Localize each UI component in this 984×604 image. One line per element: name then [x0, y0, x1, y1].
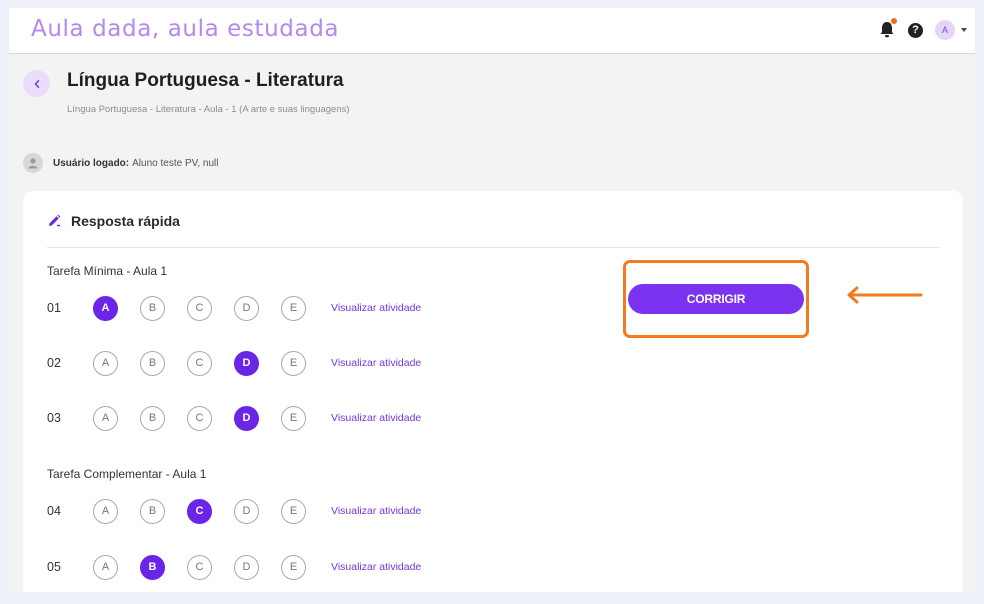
question-row-03: 03 A B C D E Visualizar atividade [47, 405, 421, 431]
question-number: 04 [47, 504, 61, 518]
pencil-icon [49, 214, 61, 227]
chevron-left-icon [34, 79, 39, 88]
option-c[interactable]: C [187, 405, 212, 431]
option-e[interactable]: E [281, 350, 306, 376]
option-d[interactable]: D [234, 350, 259, 376]
option-b[interactable]: B [140, 554, 165, 580]
breadcrumb: Língua Portuguesa - Literatura - Aula - … [67, 104, 350, 115]
arrow-left-icon [847, 286, 923, 304]
view-activity-link[interactable]: Visualizar atividade [331, 412, 421, 424]
section-title: Tarefa Complementar - Aula 1 [47, 467, 207, 481]
section-title: Tarefa Mínima - Aula 1 [47, 264, 168, 278]
top-bar: Aula dada, aula estudada ? A [9, 8, 975, 54]
page-title: Língua Portuguesa - Literatura [67, 70, 344, 91]
notification-dot [891, 18, 897, 24]
question-row-01: 01 A B C D E Visualizar atividade [47, 295, 421, 321]
question-number: 03 [47, 411, 61, 425]
option-d[interactable]: D [234, 498, 259, 524]
brand-title: Aula dada, aula estudada [31, 16, 340, 42]
user-icon [23, 153, 43, 173]
view-activity-link[interactable]: Visualizar atividade [331, 357, 421, 369]
top-actions: ? A [878, 18, 967, 40]
question-number: 02 [47, 356, 61, 370]
option-e[interactable]: E [281, 295, 306, 321]
user-label: Usuário logado: [53, 157, 130, 169]
option-d[interactable]: D [234, 554, 259, 580]
option-a[interactable]: A [93, 554, 118, 580]
divider [47, 247, 939, 248]
question-number: 05 [47, 560, 61, 574]
option-d[interactable]: D [234, 295, 259, 321]
view-activity-link[interactable]: Visualizar atividade [331, 561, 421, 573]
card-title: Resposta rápida [71, 213, 180, 229]
option-c[interactable]: C [187, 295, 212, 321]
option-c[interactable]: C [187, 498, 212, 524]
question-row-04: 04 A B C D E Visualizar atividade [47, 498, 421, 524]
back-button[interactable] [23, 70, 50, 97]
corrigir-button[interactable]: CORRIGIR [628, 284, 804, 314]
option-a[interactable]: A [93, 350, 118, 376]
avatar[interactable]: A [935, 20, 955, 40]
view-activity-link[interactable]: Visualizar atividade [331, 505, 421, 517]
option-a[interactable]: A [93, 498, 118, 524]
question-row-05: 05 A B C D E Visualizar atividade [47, 554, 421, 580]
quick-answer-card: Resposta rápida Tarefa Mínima - Aula 1 0… [23, 191, 963, 592]
option-b[interactable]: B [140, 350, 165, 376]
option-c[interactable]: C [187, 554, 212, 580]
view-activity-link[interactable]: Visualizar atividade [331, 302, 421, 314]
option-e[interactable]: E [281, 554, 306, 580]
option-c[interactable]: C [187, 350, 212, 376]
question-circle-icon[interactable]: ? [908, 22, 923, 38]
option-b[interactable]: B [140, 498, 165, 524]
question-number: 01 [47, 301, 61, 315]
chevron-down-icon[interactable] [961, 28, 967, 32]
option-b[interactable]: B [140, 295, 165, 321]
app-window: Aula dada, aula estudada ? A Língua Port… [9, 8, 975, 592]
option-b[interactable]: B [140, 405, 165, 431]
option-e[interactable]: E [281, 498, 306, 524]
bell-icon[interactable] [878, 18, 897, 40]
card-header: Resposta rápida [47, 213, 180, 229]
option-a[interactable]: A [93, 295, 118, 321]
question-row-02: 02 A B C D E Visualizar atividade [47, 350, 421, 376]
option-d[interactable]: D [234, 405, 259, 431]
logged-user: Usuário logado: Aluno teste PV, null [23, 153, 218, 173]
option-a[interactable]: A [93, 405, 118, 431]
option-e[interactable]: E [281, 405, 306, 431]
user-value: Aluno teste PV, null [132, 157, 219, 169]
